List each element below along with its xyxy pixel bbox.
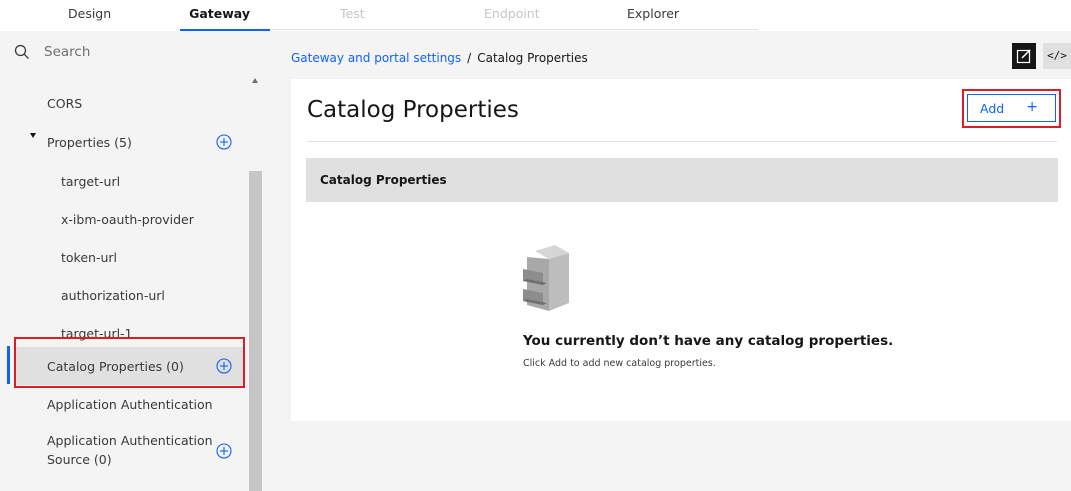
tab-test: Test [340, 6, 365, 21]
sidebar-item-label: CORS [47, 95, 83, 111]
search-input[interactable]: Search [0, 31, 262, 73]
highlight-box [14, 337, 245, 388]
sidebar-item-application-authentication-source[interactable]: Application Authentication Source (0) [0, 431, 248, 471]
sidebar-item-x-ibm-oauth-provider[interactable]: x-ibm-oauth-provider [0, 207, 248, 231]
breadcrumb: Gateway and portal settings / Catalog Prop… [291, 51, 588, 65]
code-view-button[interactable]: </> [1043, 43, 1071, 69]
add-property-icon[interactable] [216, 134, 232, 150]
catalog-properties-card: Catalog Properties Add + Catalog Propert… [291, 79, 1071, 421]
tab-design[interactable]: Design [68, 0, 178, 31]
sidebar-item-label: x-ibm-oauth-provider [61, 211, 194, 227]
sidebar-item-cors[interactable]: CORS [0, 91, 248, 115]
sidebar-item-label: Properties (5) [47, 134, 132, 150]
page-title: Catalog Properties [307, 97, 519, 123]
scrollbar-thumb[interactable] [249, 171, 262, 491]
divider [307, 141, 1057, 142]
sidebar-item-application-authentication[interactable]: Application Authentication [0, 392, 248, 416]
breadcrumb-separator: / [467, 51, 472, 65]
tab-gateway[interactable]: Gateway [180, 0, 270, 31]
table-header: Catalog Properties [306, 158, 1058, 202]
search-placeholder: Search [44, 44, 91, 60]
tab-divider [270, 29, 758, 30]
sidebar-item-authorization-url[interactable]: authorization-url [0, 283, 248, 307]
sidebar-item-label: Application Authentication [47, 396, 213, 412]
search-icon [14, 44, 30, 60]
sidebar-item-label: target-url [61, 173, 121, 189]
tab-explorer[interactable]: Explorer [617, 0, 757, 31]
sidebar-item-label: token-url [61, 249, 117, 265]
sidebar-item-target-url[interactable]: target-url [0, 169, 248, 193]
tab-bar: Design Gateway Test Endpoint Explorer [0, 0, 1071, 31]
empty-state-subtitle: Click Add to add new catalog properties. [523, 358, 716, 369]
sidebar-item-token-url[interactable]: token-url [0, 245, 248, 269]
sidebar-item-label-line2: Source (0) [47, 452, 112, 467]
add-auth-source-icon[interactable] [216, 443, 232, 459]
sidebar-item-label: Application Authentication [47, 433, 213, 448]
sidebar: Search CORS Properties (5) target-url x-… [0, 31, 262, 491]
highlight-box [962, 89, 1061, 128]
edit-icon [1016, 49, 1031, 64]
breadcrumb-current: Catalog Properties [477, 51, 588, 65]
tab-gateway-label: Gateway [189, 6, 250, 21]
caret-down-icon[interactable] [30, 133, 36, 138]
empty-state-title: You currently don’t have any catalog pro… [523, 333, 894, 349]
edit-button[interactable] [1012, 43, 1036, 69]
breadcrumb-link[interactable]: Gateway and portal settings [291, 51, 461, 65]
scroll-up-arrow-icon[interactable] [252, 78, 258, 83]
filing-cabinet-icon [523, 245, 569, 311]
main-content: Gateway and portal settings / Catalog Prop… [272, 31, 1071, 491]
sidebar-item-properties[interactable]: Properties (5) [0, 130, 248, 154]
sidebar-item-label: authorization-url [61, 287, 165, 303]
tab-endpoint: Endpoint [484, 6, 540, 21]
